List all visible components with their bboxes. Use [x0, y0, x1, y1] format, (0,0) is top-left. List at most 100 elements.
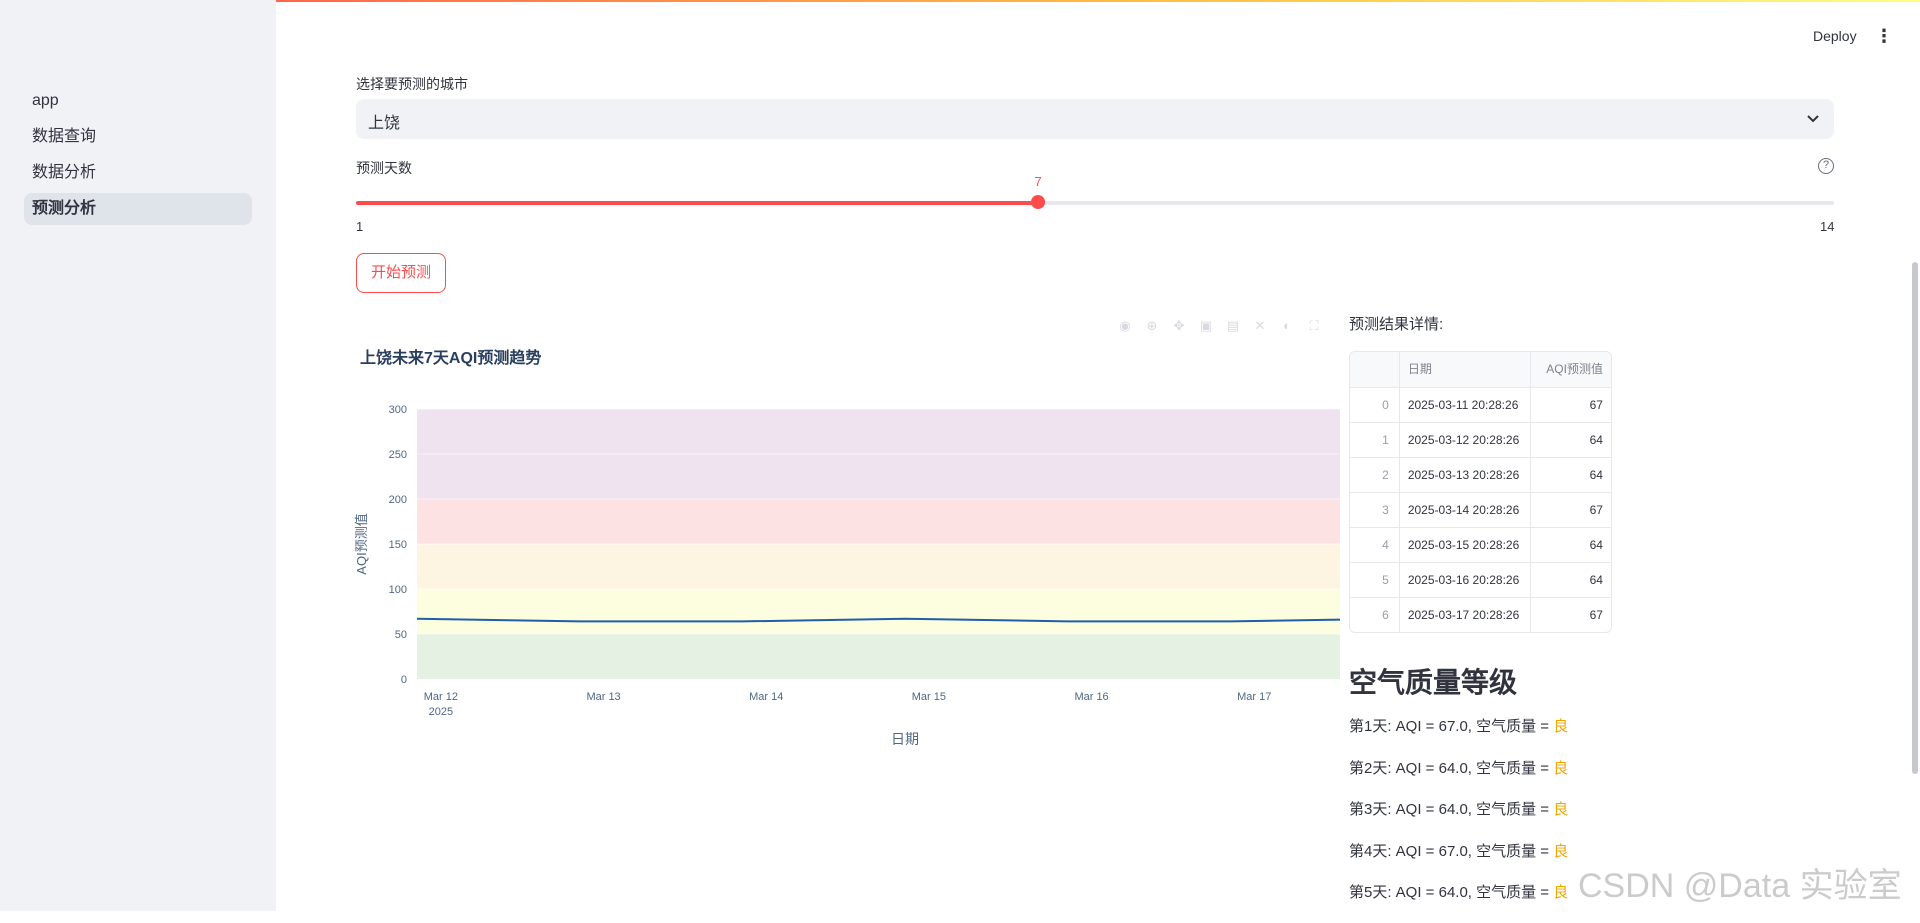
- table-cell-date: 2025-03-16 20:28:26: [1400, 563, 1532, 597]
- table-cell-date: 2025-03-13 20:28:26: [1400, 458, 1532, 492]
- top-decoration-bar: [0, 0, 1920, 2]
- aqi-day-text: 第4天: AQI = 67.0, 空气质量 =: [1349, 842, 1554, 860]
- table-header-aqi[interactable]: AQI预测值: [1531, 352, 1611, 387]
- days-slider-fill: [356, 201, 1039, 205]
- camera-icon[interactable]: ◉: [1118, 318, 1132, 334]
- sidebar-nav: app 数据查询 数据分析 预测分析: [24, 85, 252, 229]
- chart-modebar: ◉ ⊕ ✥ ▣ ▤ ✕ ◐ ⛶: [1118, 318, 1321, 334]
- pan-icon[interactable]: ✥: [1172, 318, 1186, 334]
- table-cell-aqi: 64: [1589, 573, 1603, 587]
- table-row: 4 2025-03-15 20:28:26 64: [1350, 527, 1611, 562]
- aqi-band: [417, 589, 1340, 634]
- list-item: 第3天: AQI = 64.0, 空气质量 = 良: [1349, 798, 1568, 840]
- table-cell-aqi: 67: [1589, 608, 1603, 622]
- watermark: CSDN @Data 实验室: [1578, 867, 1902, 905]
- table-cell-index: 4: [1350, 528, 1400, 562]
- table-cell-date: 2025-03-17 20:28:26: [1400, 598, 1532, 632]
- sidebar-item-prediction[interactable]: 预测分析: [24, 193, 252, 225]
- table-row: 0 2025-03-11 20:28:26 67: [1350, 387, 1611, 422]
- y-tick-label: 100: [389, 584, 407, 596]
- y-tick-label: 0: [401, 674, 407, 686]
- days-slider-min: 1: [356, 219, 364, 234]
- sidebar-item-app[interactable]: app: [24, 85, 252, 117]
- city-select[interactable]: 上饶: [356, 99, 1834, 139]
- days-slider-track[interactable]: 7: [356, 174, 1834, 209]
- table-cell-index: 3: [1350, 493, 1400, 527]
- x-tick-label: Mar 13: [586, 691, 620, 703]
- table-row: 2 2025-03-13 20:28:26 64: [1350, 457, 1611, 492]
- table-cell-date: 2025-03-11 20:28:26: [1400, 388, 1532, 422]
- box-select-icon[interactable]: ▣: [1199, 318, 1213, 334]
- table-header-index: [1350, 352, 1400, 387]
- table-cell-aqi: 67: [1589, 503, 1603, 517]
- list-item: 第2天: AQI = 64.0, 空气质量 = 良: [1349, 757, 1568, 799]
- aqi-day-text: 第5天: AQI = 64.0, 空气质量 =: [1349, 884, 1554, 901]
- autoscale-icon[interactable]: ⛶: [1307, 318, 1321, 334]
- y-axis-title: AQI预测值: [354, 513, 369, 574]
- table-cell-index: 2: [1350, 458, 1400, 492]
- x-tick-label: Mar 12: [424, 691, 458, 703]
- start-prediction-button[interactable]: 开始预测: [356, 253, 446, 293]
- aqi-band: [417, 544, 1340, 589]
- zoom-out-icon[interactable]: ◐: [1280, 318, 1294, 334]
- table-row: 3 2025-03-14 20:28:26 67: [1350, 492, 1611, 527]
- x-tick-label: Mar 16: [1074, 691, 1108, 703]
- days-slider-label: 预测天数: [356, 160, 412, 176]
- aqi-line-chart: 0 50 100 150 200 250 300 Mar 12 2025 Mar 13 Mar 14…: [354, 404, 1340, 747]
- air-quality-heading: 空气质量等级: [1349, 667, 1518, 698]
- days-slider-thumb[interactable]: [1031, 195, 1046, 209]
- x-axis-title: 日期: [891, 731, 919, 747]
- table-cell-date: 2025-03-12 20:28:26: [1400, 423, 1532, 457]
- sidebar-item-data-query[interactable]: 数据查询: [24, 121, 252, 153]
- x-tick-label: Mar 15: [912, 691, 946, 703]
- table-row: 1 2025-03-12 20:28:26 64: [1350, 422, 1611, 457]
- chevron-down-icon: [1806, 107, 1820, 134]
- zoom-in-icon[interactable]: ✕: [1253, 318, 1267, 334]
- table-row: 6 2025-03-17 20:28:26 67: [1350, 597, 1611, 632]
- scrollbar[interactable]: [1912, 262, 1918, 774]
- x-tick-year-label: 2025: [429, 706, 453, 718]
- table-header-row: 日期 AQI预测值: [1350, 352, 1611, 387]
- results-heading: 预测结果详情:: [1349, 316, 1444, 333]
- aqi-day-text: 第3天: AQI = 64.0, 空气质量 =: [1349, 801, 1554, 818]
- aqi-grade: 良: [1553, 842, 1569, 860]
- aqi-grade: 良: [1553, 718, 1569, 735]
- y-tick-label: 300: [389, 404, 407, 416]
- deploy-button[interactable]: Deploy: [1813, 28, 1857, 44]
- sidebar: app 数据查询 数据分析 预测分析: [0, 0, 276, 911]
- table-cell-date: 2025-03-14 20:28:26: [1400, 493, 1532, 527]
- list-item: 第1天: AQI = 67.0, 空气质量 = 良: [1349, 715, 1568, 757]
- aqi-grade: 良: [1553, 759, 1569, 777]
- list-item: 第5天: AQI = 64.0, 空气质量 = 良: [1349, 881, 1568, 923]
- y-tick-label: 200: [389, 494, 407, 506]
- chart-title: 上饶未来7天AQI预测趋势: [360, 350, 542, 367]
- zoom-icon[interactable]: ⊕: [1145, 318, 1159, 334]
- kebab-menu-icon[interactable]: ⋮: [1875, 24, 1893, 48]
- x-tick-label: Mar 14: [749, 691, 783, 703]
- table-cell-aqi: 64: [1589, 433, 1603, 447]
- table-cell-index: 6: [1350, 598, 1400, 632]
- aqi-band: [417, 499, 1340, 544]
- sidebar-item-data-analysis[interactable]: 数据分析: [24, 157, 252, 189]
- days-slider-value: 7: [1034, 174, 1042, 189]
- table-cell-aqi: 64: [1589, 468, 1603, 482]
- y-tick-label: 150: [389, 539, 407, 551]
- table-cell-index: 0: [1350, 388, 1400, 422]
- results-table[interactable]: 日期 AQI预测值 0 2025-03-11 20:28:26 67 1 2025-0…: [1349, 351, 1612, 633]
- aqi-day-text: 第1天: AQI = 67.0, 空气质量 =: [1349, 718, 1554, 735]
- table-cell-date: 2025-03-15 20:28:26: [1400, 528, 1532, 562]
- list-item: 第4天: AQI = 67.0, 空气质量 = 良: [1349, 840, 1568, 882]
- aqi-grade: 良: [1553, 884, 1569, 901]
- table-header-date[interactable]: 日期: [1400, 352, 1532, 387]
- x-tick-label: Mar 17: [1237, 691, 1271, 703]
- y-tick-label: 250: [389, 449, 407, 461]
- table-cell-index: 5: [1350, 563, 1400, 597]
- aqi-day-text: 第2天: AQI = 64.0, 空气质量 =: [1349, 759, 1554, 777]
- air-quality-list: 第1天: AQI = 67.0, 空气质量 = 良 第2天: AQI = 64.…: [1349, 715, 1568, 923]
- city-select-value: 上饶: [368, 115, 401, 132]
- table-cell-aqi: 67: [1589, 398, 1603, 412]
- question-circle-icon[interactable]: ?: [1818, 158, 1834, 174]
- lasso-icon[interactable]: ▤: [1226, 318, 1240, 334]
- y-tick-label: 50: [395, 629, 407, 641]
- aqi-band: [417, 634, 1340, 679]
